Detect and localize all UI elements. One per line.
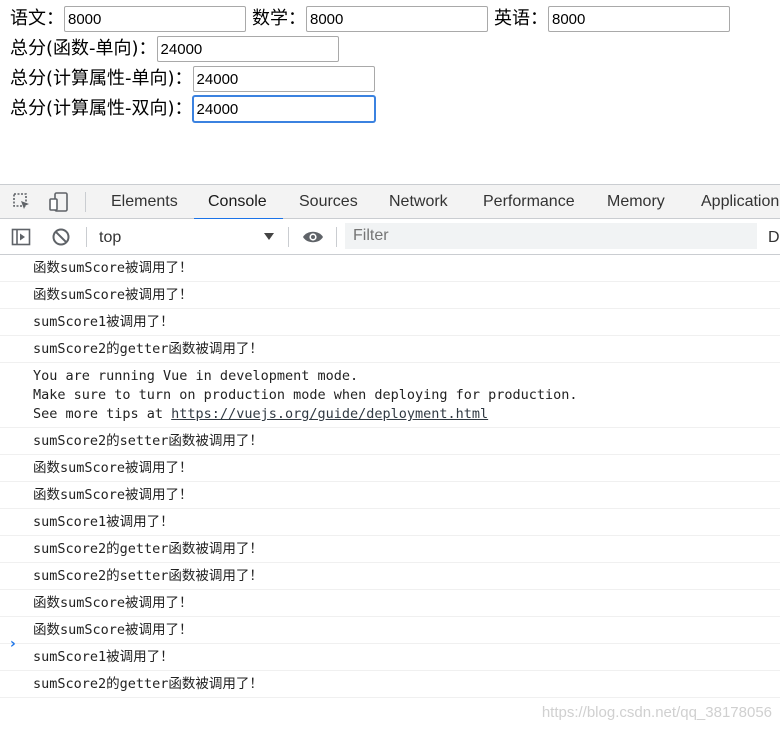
console-message: 函数sumScore被调用了！ bbox=[0, 282, 780, 309]
console-messages: 函数sumScore被调用了！ 函数sumScore被调用了！ sumScore1被… bbox=[0, 255, 780, 698]
tab-console[interactable]: Console bbox=[194, 185, 283, 220]
toolbar-divider bbox=[288, 227, 289, 247]
console-message-line: 函数sumScore被调用了！ bbox=[33, 595, 193, 611]
console-message-line: sumScore2的getter函数被调用了！ bbox=[33, 676, 263, 692]
console-message: 函数sumScore被调用了！ bbox=[0, 255, 780, 282]
console-message: sumScore1被调用了！ bbox=[0, 644, 780, 671]
console-message: 函数sumScore被调用了！ bbox=[0, 617, 780, 644]
console-message-line: sumScore2的getter函数被调用了！ bbox=[33, 541, 263, 557]
total-computed-one-way-input[interactable] bbox=[192, 66, 375, 92]
clear-console-icon[interactable] bbox=[51, 227, 71, 247]
console-message-line: 函数sumScore被调用了！ bbox=[33, 487, 193, 503]
console-toolbar: top D bbox=[0, 219, 780, 255]
device-toolbar-icon[interactable] bbox=[48, 191, 70, 213]
total-function-label: 总分(函数-单向)： bbox=[10, 38, 157, 59]
console-message: sumScore2的getter函数被调用了！ bbox=[0, 536, 780, 563]
total-computed-two-way-label: 总分(计算属性-双向)： bbox=[10, 98, 193, 119]
tab-application[interactable]: Application bbox=[701, 185, 779, 219]
console-message-line: Make sure to turn on production mode whe… bbox=[33, 387, 578, 403]
console-message: sumScore2的setter函数被调用了！ bbox=[0, 563, 780, 590]
chinese-score-input[interactable] bbox=[64, 6, 246, 32]
chinese-label: 语文： bbox=[10, 8, 64, 29]
total-function-row: 总分(函数-单向)： bbox=[10, 35, 339, 63]
devtools-tabbar: Elements Console Sources Network Perform… bbox=[0, 184, 780, 220]
chevron-down-icon[interactable] bbox=[264, 233, 274, 240]
console-message: sumScore2的getter函数被调用了！ bbox=[0, 336, 780, 363]
console-message: sumScore2的getter函数被调用了！ bbox=[0, 671, 780, 698]
total-computed-two-way-row: 总分(计算属性-双向)： bbox=[10, 95, 375, 123]
console-message: You are running Vue in development mode.… bbox=[0, 363, 780, 428]
console-message-line: sumScore1被调用了！ bbox=[33, 514, 174, 530]
watermark: https://blog.csdn.net/qq_38178056 bbox=[541, 704, 772, 721]
inspect-element-icon[interactable] bbox=[11, 191, 33, 213]
toolbar-divider bbox=[336, 227, 337, 247]
console-prompt-icon[interactable]: › bbox=[10, 636, 16, 652]
total-function-input[interactable] bbox=[156, 36, 339, 62]
console-message-line: sumScore2的getter函数被调用了！ bbox=[33, 341, 263, 357]
english-label: 英语： bbox=[494, 8, 548, 29]
console-message-line: 函数sumScore被调用了！ bbox=[33, 622, 193, 638]
toolbar-divider bbox=[86, 227, 87, 247]
math-score-input[interactable] bbox=[306, 6, 488, 32]
sidebar-toggle-icon[interactable] bbox=[11, 227, 31, 247]
devtools-panel: Elements Console Sources Network Perform… bbox=[0, 184, 780, 732]
english-score-input[interactable] bbox=[548, 6, 730, 32]
tab-sources[interactable]: Sources bbox=[299, 185, 358, 219]
toolbar-divider bbox=[85, 192, 86, 212]
console-message-text: See more tips at bbox=[33, 406, 172, 422]
console-message-line: You are running Vue in development mode. bbox=[33, 368, 359, 384]
console-message-line: See more tips at https://vuejs.org/guide… bbox=[33, 405, 780, 424]
console-message: sumScore1被调用了！ bbox=[0, 509, 780, 536]
console-message-line: 函数sumScore被调用了！ bbox=[33, 260, 193, 276]
tab-elements[interactable]: Elements bbox=[111, 185, 178, 219]
eye-icon[interactable] bbox=[302, 227, 324, 247]
console-message-line: 函数sumScore被调用了！ bbox=[33, 287, 193, 303]
console-message-line: sumScore1被调用了！ bbox=[33, 649, 174, 665]
default-levels-dropdown[interactable]: D bbox=[768, 219, 780, 257]
math-label: 数学： bbox=[252, 8, 306, 29]
score-inputs-row: 语文： 数学： 英语： bbox=[10, 5, 730, 33]
page-content: 语文： 数学： 英语： 总分(函数-单向)： 总分(计算属性-单向)： 总分(计… bbox=[0, 0, 780, 184]
console-message-line: sumScore2的setter函数被调用了！ bbox=[33, 433, 263, 449]
filter-input[interactable] bbox=[345, 223, 757, 249]
total-computed-one-way-row: 总分(计算属性-单向)： bbox=[10, 65, 375, 93]
tab-memory[interactable]: Memory bbox=[607, 185, 665, 219]
console-message: sumScore2的setter函数被调用了！ bbox=[0, 428, 780, 455]
console-message: 函数sumScore被调用了！ bbox=[0, 590, 780, 617]
deployment-guide-link[interactable]: https://vuejs.org/guide/deployment.html bbox=[171, 406, 488, 422]
context-selector[interactable]: top bbox=[99, 219, 121, 254]
console-message: 函数sumScore被调用了！ bbox=[0, 482, 780, 509]
console-message-line: sumScore1被调用了！ bbox=[33, 314, 174, 330]
tab-network[interactable]: Network bbox=[389, 185, 448, 219]
console-message-line: sumScore2的setter函数被调用了！ bbox=[33, 568, 263, 584]
console-message-line: 函数sumScore被调用了！ bbox=[33, 460, 193, 476]
console-message: sumScore1被调用了！ bbox=[0, 309, 780, 336]
console-message: 函数sumScore被调用了！ bbox=[0, 455, 780, 482]
total-computed-two-way-input[interactable] bbox=[192, 96, 375, 122]
total-computed-one-way-label: 总分(计算属性-单向)： bbox=[10, 68, 193, 89]
tab-performance[interactable]: Performance bbox=[483, 185, 575, 219]
